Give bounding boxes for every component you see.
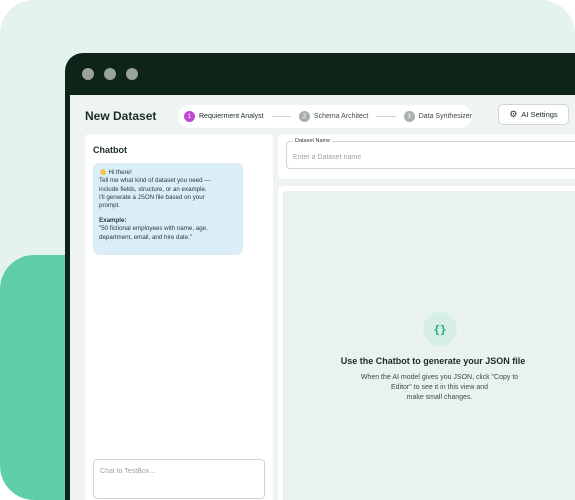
ai-settings-label: AI Settings	[521, 110, 558, 119]
chat-input[interactable]	[94, 460, 264, 483]
json-editor-panel: {} Use the Chatbot to generate your JSON…	[278, 186, 575, 500]
step-label: Data Synthesizer	[418, 113, 472, 120]
message-line: I'll generate a JSON file based on your	[99, 194, 205, 202]
app-window: New Dataset 1 Requierment Analyst 2 Sche…	[65, 53, 575, 500]
window-control-dot-2[interactable]	[104, 68, 116, 80]
chatbot-title: Chatbot	[93, 145, 127, 155]
example-line: "50 fictional employees with name, age,	[99, 225, 208, 233]
step-data-synthesizer[interactable]: 3 Data Synthesizer	[403, 111, 472, 122]
dataset-name-label: Dataset Name	[293, 138, 333, 144]
window-titlebar	[65, 53, 575, 95]
gear-icon: ⚙	[509, 109, 518, 119]
step-schema-architect[interactable]: 2 Schema Architect	[298, 111, 369, 122]
window-control-dot-1[interactable]	[82, 68, 94, 80]
dataset-name-panel: Dataset Name	[278, 134, 575, 179]
workflow-stepper: 1 Requierment Analyst 2 Schema Architect…	[178, 105, 472, 128]
chatbot-message-bubble: 👋 Hi there! Tell me what kind of dataset…	[93, 163, 243, 255]
step-number: 3	[403, 111, 415, 122]
dataset-name-field: Dataset Name	[286, 138, 575, 169]
message-line: prompt.	[99, 202, 120, 210]
example-line: department, email, and hire date."	[99, 233, 192, 241]
empty-state-description: When the AI model gives you JSON, click …	[343, 373, 536, 403]
json-editor-empty-state: {} Use the Chatbot to generate your JSON…	[283, 191, 575, 500]
empty-state-line: Editor" to see it in this view and	[390, 384, 489, 392]
window-control-dot-3[interactable]	[126, 68, 138, 80]
ai-settings-button[interactable]: ⚙ AI Settings	[498, 104, 569, 125]
wave-emoji-icon: 👋	[99, 169, 107, 176]
example-label: Example:	[99, 216, 127, 224]
greeting-text: Hi there!	[108, 169, 132, 176]
chatbot-panel: Chatbot 👋 Hi there! Tell me what kind of…	[85, 134, 273, 500]
chat-input-box	[93, 459, 265, 499]
page-title: New Dataset	[85, 109, 157, 123]
step-label: Requierment Analyst	[199, 113, 264, 120]
step-requirement-analyst[interactable]: 1 Requierment Analyst	[184, 111, 264, 122]
message-line: Tell me what kind of dataset you need —	[99, 177, 211, 185]
step-separator	[376, 116, 396, 117]
step-label: Schema Architect	[313, 113, 369, 120]
dataset-name-input[interactable]	[287, 142, 575, 168]
empty-state-line: When the AI model gives you JSON, click …	[360, 374, 519, 381]
step-number: 2	[298, 111, 310, 122]
app-content: New Dataset 1 Requierment Analyst 2 Sche…	[70, 95, 575, 500]
empty-state-line: make small changes.	[406, 394, 473, 402]
step-number: 1	[184, 111, 195, 122]
step-separator	[271, 116, 291, 117]
message-line: include fields, structure, or an example…	[99, 185, 207, 193]
braces-icon: {}	[423, 312, 457, 346]
empty-state-title: Use the Chatbot to generate your JSON fi…	[340, 356, 526, 366]
top-bar: New Dataset 1 Requierment Analyst 2 Sche…	[70, 95, 575, 135]
